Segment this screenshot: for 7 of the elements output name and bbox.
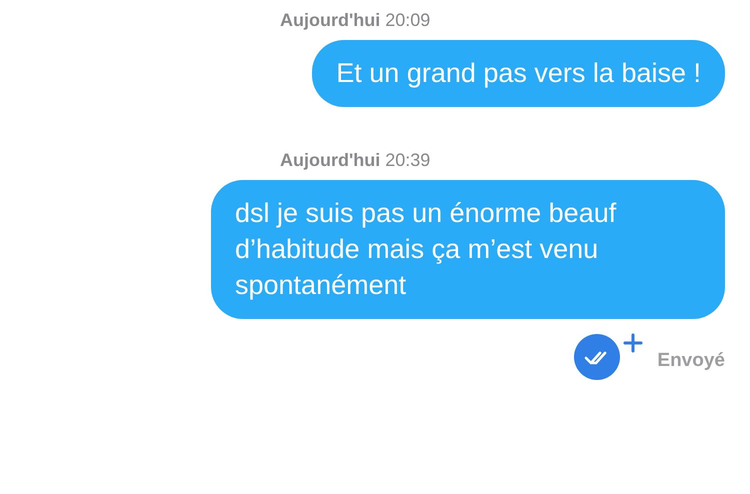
time-label: 20:09	[385, 8, 430, 32]
date-label: Aujourd'hui	[280, 148, 380, 172]
time-label: 20:39	[385, 148, 430, 172]
message-bubble: dsl je suis pas un énorme beauf d’habitude mais ça m’est venu spontanément	[211, 180, 725, 319]
date-label: Aujourd'hui	[280, 8, 380, 32]
status-label: Envoyé	[657, 348, 725, 373]
message-bubble: Et un grand pas vers la baise !	[312, 40, 725, 107]
